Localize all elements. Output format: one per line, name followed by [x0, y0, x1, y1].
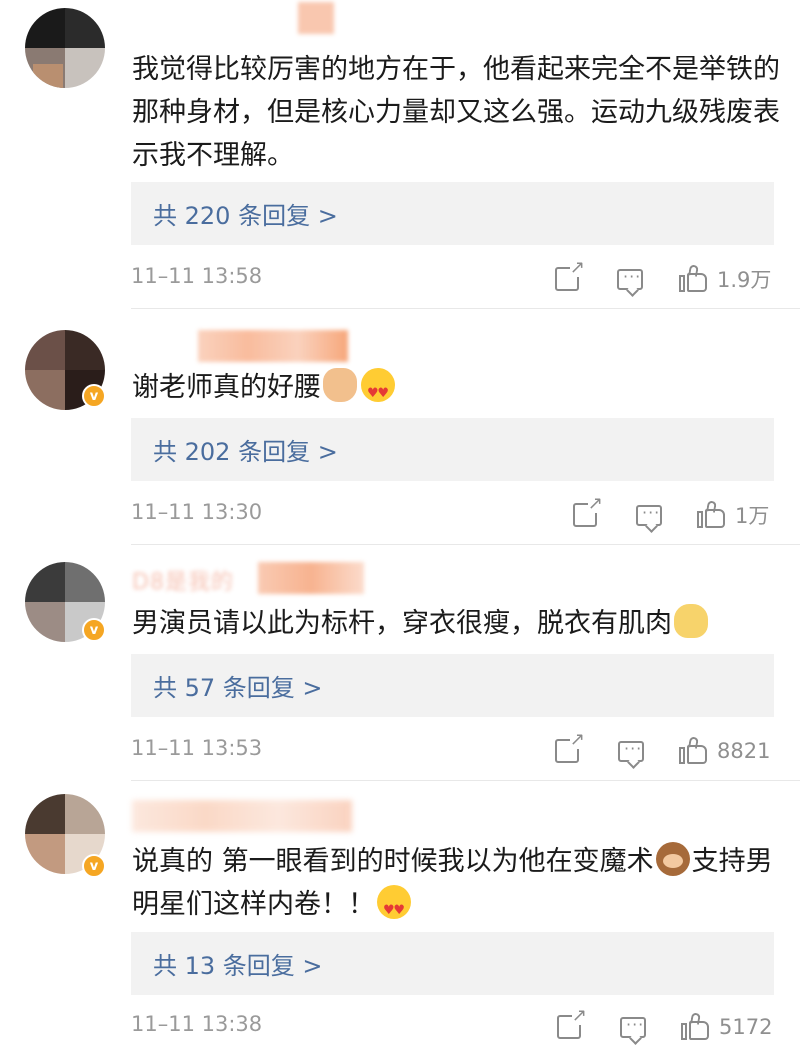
comment-meta: 11–11 13:38 5172 [131, 1007, 776, 1044]
comment-text-body: 说真的 第一眼看到的时候我以为他在变魔术 [132, 846, 654, 877]
comment-text-body: 谢老师真的好腰 [132, 372, 321, 403]
like-button[interactable]: 1万 [697, 498, 769, 532]
username-mosaic [258, 562, 364, 594]
reply-box[interactable]: 共 202 条回复 > [131, 418, 774, 481]
comment-text-body: 男演员请以此为标杆，穿衣很瘦，脱衣有肌肉 [132, 608, 672, 639]
comment-text: 谢老师真的好腰 [132, 366, 782, 415]
view-replies-link[interactable]: 共 13 条回复 > [153, 946, 323, 981]
comment-icon [617, 267, 643, 290]
heart-eyes-emoji [361, 368, 395, 415]
comment-time: 11–11 13:53 [131, 736, 263, 760]
verified-badge-icon: v [82, 384, 106, 408]
share-button[interactable] [557, 1007, 587, 1044]
verified-badge-icon: v [82, 854, 106, 878]
comment-time: 11–11 13:38 [131, 1012, 263, 1036]
view-replies-link[interactable]: 共 220 条回复 > [153, 196, 338, 231]
see-no-evil-monkey-emoji [655, 842, 690, 876]
comment-icon [636, 503, 662, 526]
reply-box[interactable]: 共 220 条回复 > [131, 182, 774, 245]
reply-box[interactable]: 共 13 条回复 > [131, 932, 774, 995]
cat-emoji [674, 604, 708, 638]
reply-box[interactable]: 共 57 条回复 > [131, 654, 774, 717]
comment-meta: 11–11 13:58 1.9万 [131, 259, 776, 296]
share-icon [557, 1007, 587, 1039]
reply-button[interactable] [618, 734, 644, 768]
share-icon [555, 731, 585, 763]
comment-time: 11–11 13:58 [131, 264, 263, 288]
reply-button[interactable] [617, 262, 643, 296]
like-count: 1万 [735, 504, 770, 528]
comment-text: 男演员请以此为标杆，穿衣很瘦，脱衣有肌肉 [132, 602, 782, 645]
comment-item: v 谢老师真的好腰 共 202 条回复 > 11–11 13:30 1万 [0, 310, 800, 546]
comment-icon [618, 739, 644, 762]
thumbs-up-icon [679, 264, 709, 293]
comment-text: 我觉得比较厉害的地方在于，他看起来完全不是举铁的那种身材，但是核心力量却又这么强… [132, 54, 780, 171]
username-mosaic [298, 2, 334, 34]
username-mosaic [198, 330, 348, 362]
share-button[interactable] [555, 259, 585, 296]
username[interactable]: D8是我的 [132, 564, 234, 595]
comment-item: v D8是我的 男演员请以此为标杆，穿衣很瘦，脱衣有肌肉 共 57 条回复 > … [0, 546, 800, 782]
comment-meta: 11–11 13:53 8821 [131, 731, 776, 768]
reply-button[interactable] [620, 1010, 646, 1044]
comment-item: v 说真的 第一眼看到的时候我以为他在变魔术支持男明星们这样内卷！！ 共 13 … [0, 782, 800, 1057]
username-mosaic [132, 800, 352, 832]
like-button[interactable]: 5172 [681, 1010, 772, 1044]
comment-meta: 11–11 13:30 1万 [131, 495, 776, 532]
verified-badge-icon: v [82, 618, 106, 642]
thumbs-up-icon [681, 1012, 711, 1041]
share-icon [555, 259, 585, 291]
like-count: 8821 [717, 739, 771, 763]
like-count: 1.9万 [717, 268, 772, 292]
comment-text: 说真的 第一眼看到的时候我以为他在变魔术 支持男明星们这样内卷！！ [132, 840, 782, 932]
comment-time: 11–11 13:30 [131, 500, 263, 524]
divider [131, 308, 800, 309]
view-replies-link[interactable]: 共 57 条回复 > [153, 668, 323, 703]
heart-eyes-emoji [377, 885, 411, 932]
clapping-hands-emoji [323, 368, 357, 402]
thumbs-up-icon [697, 500, 727, 529]
like-count: 5172 [719, 1015, 773, 1039]
comment-icon [620, 1015, 646, 1038]
thumbs-up-icon [679, 736, 709, 765]
avatar[interactable] [25, 8, 105, 88]
share-button[interactable] [555, 731, 585, 768]
like-button[interactable]: 1.9万 [679, 262, 771, 296]
comment-item: 我觉得比较厉害的地方在于，他看起来完全不是举铁的那种身材，但是核心力量却又这么强… [0, 0, 800, 310]
share-icon [573, 495, 603, 527]
reply-button[interactable] [636, 498, 662, 532]
like-button[interactable]: 8821 [679, 734, 770, 768]
divider [131, 544, 800, 545]
divider [131, 780, 800, 781]
share-button[interactable] [573, 495, 603, 532]
view-replies-link[interactable]: 共 202 条回复 > [153, 432, 338, 467]
